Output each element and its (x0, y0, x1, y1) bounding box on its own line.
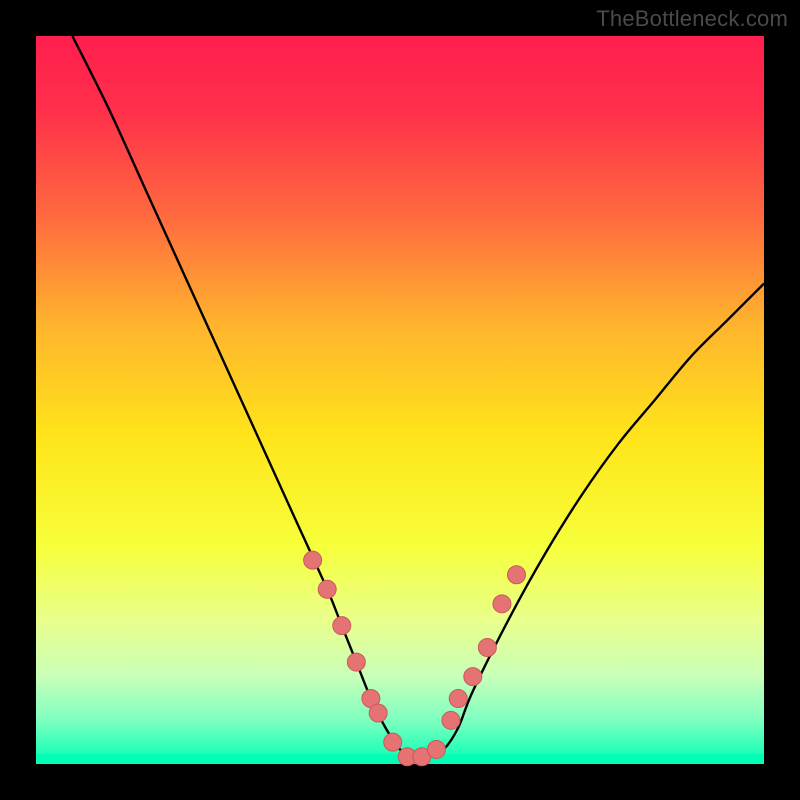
curve-marker (493, 595, 511, 613)
curve-marker (427, 740, 445, 758)
bottleneck-chart (0, 0, 800, 800)
curve-marker (318, 580, 336, 598)
curve-marker (369, 704, 387, 722)
curve-marker (347, 653, 365, 671)
curve-marker (478, 639, 496, 657)
curve-marker (449, 689, 467, 707)
curve-marker (304, 551, 322, 569)
curve-marker (464, 668, 482, 686)
curve-marker (507, 566, 525, 584)
chart-frame: TheBottleneck.com (0, 0, 800, 800)
curve-marker (442, 711, 460, 729)
curve-marker (333, 617, 351, 635)
curve-marker (384, 733, 402, 751)
